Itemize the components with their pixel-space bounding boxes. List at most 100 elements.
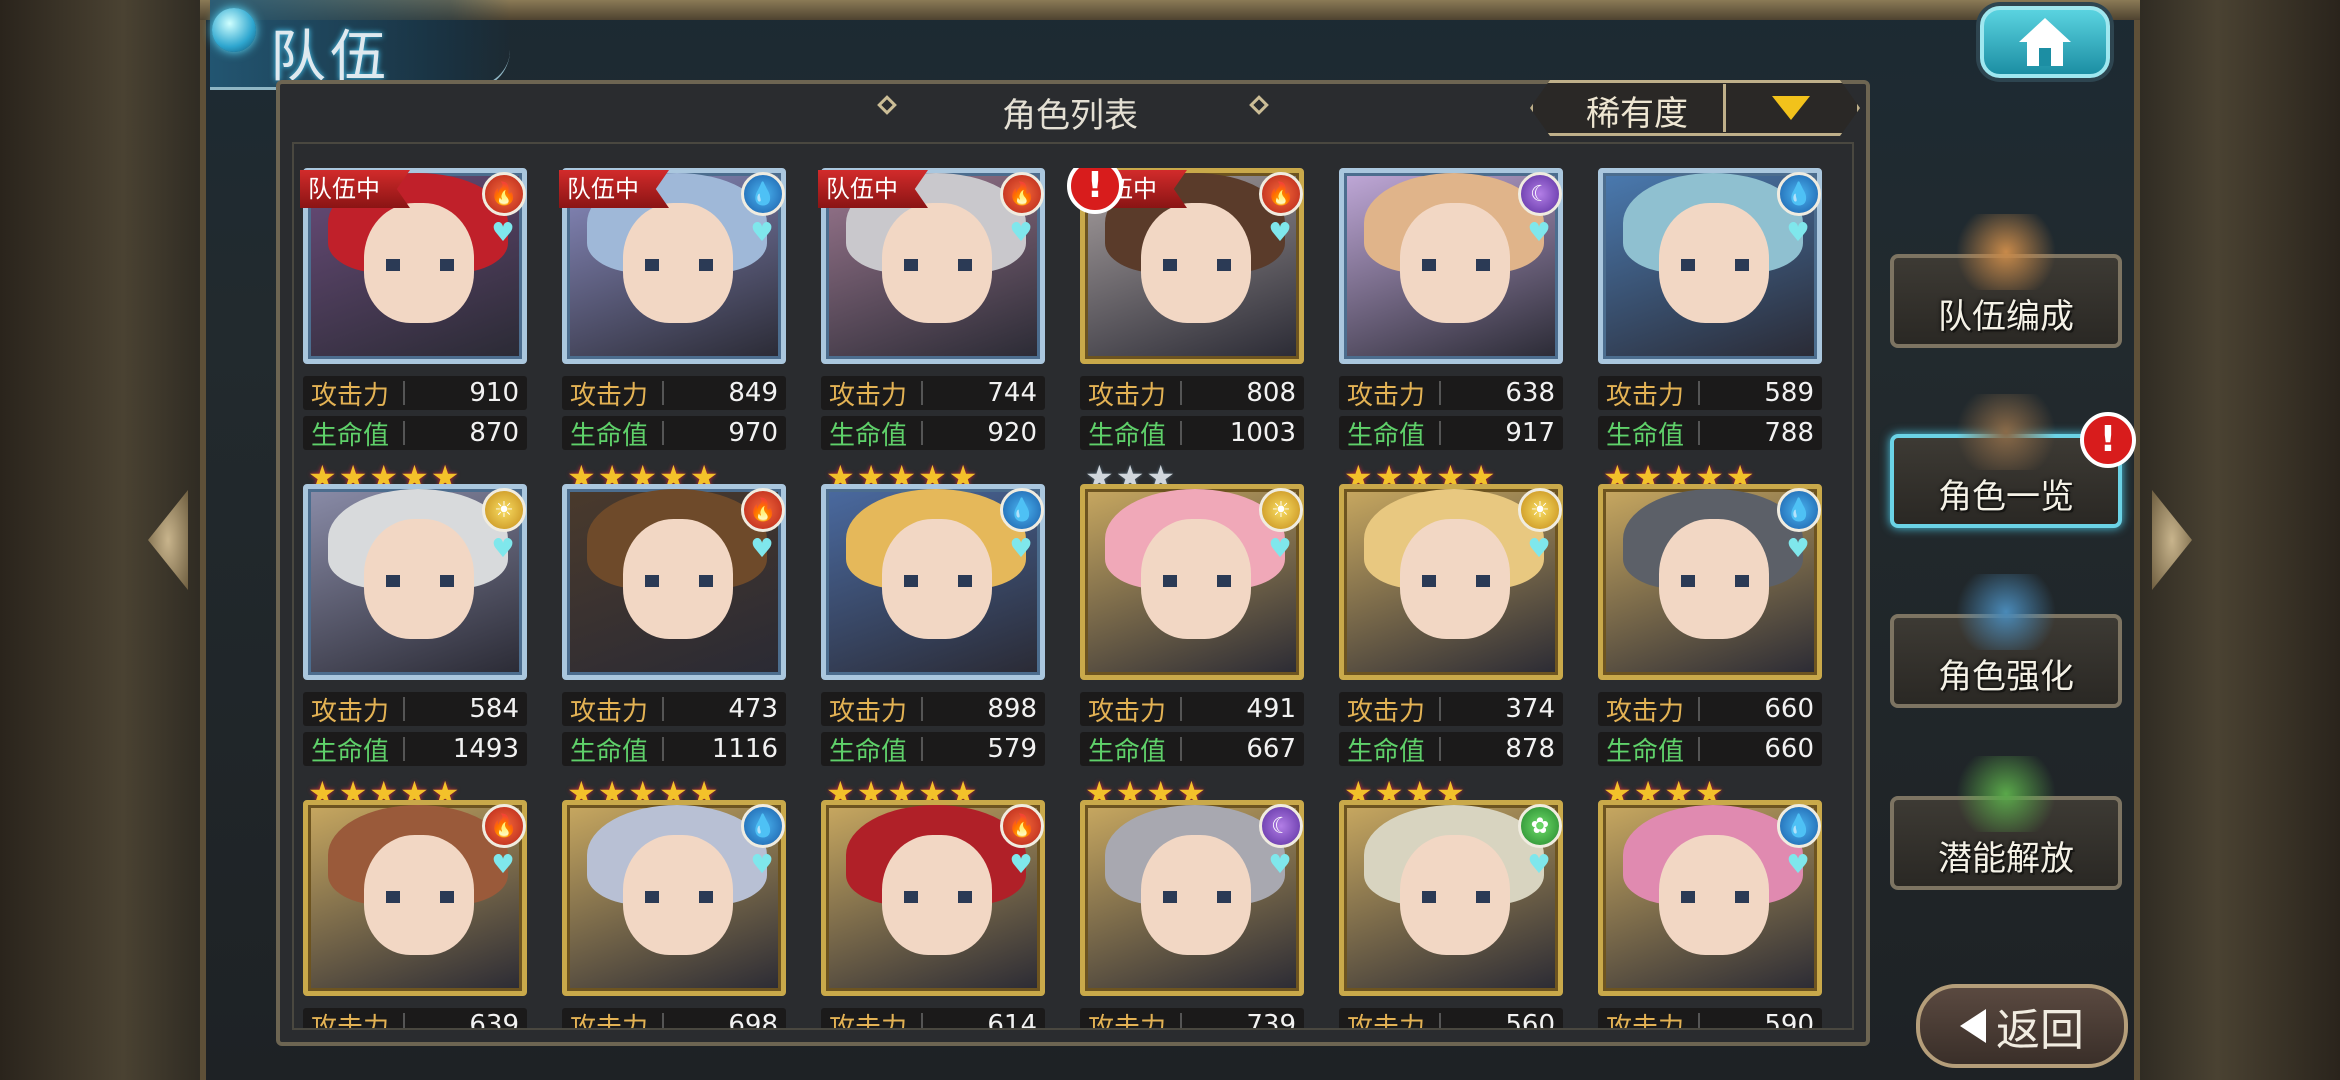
favorite-heart-icon[interactable]: ♥ [488,536,518,562]
attack-value: 849 [728,378,778,408]
attack-label: 攻击力 [311,1012,390,1029]
attack-value: 660 [1764,694,1814,724]
sort-label[interactable]: 稀有度 [1545,86,1729,135]
character-card[interactable]: ☾ ♥ ★ ★ ★ ★ ★ 攻击力 638 生命值 917 [1336,168,1566,498]
attack-label: 攻击力 [1088,1012,1167,1029]
character-eyes [904,575,972,587]
favorite-heart-icon[interactable]: ♥ [1783,220,1813,246]
home-button[interactable] [1980,6,2110,78]
character-card[interactable]: 💧 ♥ ★ ★ ★ ★ ★ 攻击力 898 生命值 579 [818,484,1048,814]
favorite-heart-icon[interactable]: ♥ [1006,536,1036,562]
favorite-heart-icon[interactable]: ♥ [1006,220,1036,246]
character-card[interactable]: 🔥 ♥ ★ ★ ★ ★ ★ 攻击力 473 生命值 1116 [559,484,789,814]
wind-element-icon: ✿ [1518,804,1562,848]
attack-value: 910 [469,378,519,408]
attack-label: 攻击力 [570,696,649,727]
crystal-orb-icon [212,8,256,52]
sort-divider [1723,84,1726,132]
character-card[interactable]: 🔥♥★★★★攻击力639 [300,800,530,1028]
hp-value: 1003 [1229,418,1296,448]
hp-value: 870 [469,418,519,448]
favorite-heart-icon[interactable]: ♥ [488,220,518,246]
character-card[interactable]: 💧 ♥ ★ ★ ★ ★ ★ 攻击力 589 生命值 788 [1595,168,1825,498]
side-menu-label: 角色一览 [1938,477,2074,517]
attack-value: 560 [1505,1010,1555,1028]
attack-stat: 攻击力 639 [303,1008,527,1028]
attack-stat: 攻击力 590 [1598,1008,1822,1028]
attack-value: 491 [1246,694,1296,724]
favorite-heart-icon[interactable]: ♥ [1783,536,1813,562]
attack-stat: 攻击力 698 [562,1008,786,1028]
character-card[interactable]: ☀ ♥ ★ ★ ★ ★ 攻击力 491 生命值 667 [1077,484,1307,814]
character-eyes [645,891,713,903]
side-menu-button[interactable]: 潜能解放 [1890,756,2122,890]
character-card[interactable]: 💧♥★★★★攻击力698 [559,800,789,1028]
side-menu-button[interactable]: 角色一览! [1890,394,2136,528]
character-card[interactable]: 💧 ♥ ★ ★ ★ ★ ★ 队伍中 攻击力 849 生命值 970 [559,168,789,498]
character-eyes [1422,575,1490,587]
attack-label: 攻击力 [829,696,908,727]
character-card[interactable]: 🔥 ♥ ★ ★ ★ ★ ★ 队伍中 攻击力 910 生命值 870 [300,168,530,498]
hp-stat: 生命值 1003 [1080,416,1304,451]
hp-stat: 生命值 970 [562,416,786,451]
hp-value: 920 [987,418,1037,448]
favorite-heart-icon[interactable]: ♥ [747,852,777,878]
favorite-heart-icon[interactable]: ♥ [1265,852,1295,878]
character-card[interactable]: ☀ ♥ ★ ★ ★ ★ 攻击力 374 生命值 878 [1336,484,1566,814]
hp-label: 生命值 [1606,420,1685,451]
attack-stat: 攻击力 560 [1339,1008,1563,1028]
character-eyes [1681,575,1749,587]
home-icon [2019,18,2071,66]
character-eyes [1163,259,1231,271]
attack-value: 808 [1246,378,1296,408]
favorite-heart-icon[interactable]: ♥ [1524,852,1554,878]
hp-stat: 生命值 1493 [303,732,527,767]
hp-label: 生命值 [1606,736,1685,767]
attack-stat: 攻击力 739 [1080,1008,1304,1028]
character-card[interactable]: ☾♥★★★★攻击力739 [1077,800,1307,1028]
dropdown-arrow-icon[interactable] [1772,96,1810,120]
side-menu-button[interactable]: 队伍编成 [1890,214,2122,348]
character-card[interactable]: 💧 ♥ ★ ★ ★ ★ 攻击力 660 生命值 660 [1595,484,1825,814]
hp-stat: 生命值 667 [1080,732,1304,767]
favorite-heart-icon[interactable]: ♥ [1524,220,1554,246]
attack-value: 638 [1505,378,1555,408]
character-card[interactable]: ✿♥★★★★攻击力560 [1336,800,1566,1028]
character-eyes [1681,259,1749,271]
favorite-heart-icon[interactable]: ♥ [747,220,777,246]
character-card[interactable]: 🔥 ♥ ★ ★ ★ ★ ★ 队伍中 攻击力 744 生命值 920 [818,168,1048,498]
favorite-heart-icon[interactable]: ♥ [1265,536,1295,562]
hp-stat: 生命值 917 [1339,416,1563,451]
character-card[interactable]: 🔥♥★★★★攻击力614 [818,800,1048,1028]
hp-value: 660 [1764,734,1814,764]
fire-element-icon: 🔥 [1000,172,1044,216]
favorite-heart-icon[interactable]: ♥ [747,536,777,562]
attack-label: 攻击力 [1088,696,1167,727]
character-eyes [1422,259,1490,271]
party-characters-icon [1946,214,2066,290]
character-card[interactable]: 💧♥★★★★攻击力590 [1595,800,1825,1028]
character-card[interactable]: ☀ ♥ ★ ★ ★ ★ ★ 攻击力 584 生命值 1493 [300,484,530,814]
hp-label: 生命值 [829,420,908,451]
character-eyes [904,891,972,903]
list-title: 角色列表 [1002,96,1138,136]
attack-stat: 攻击力 849 [562,376,786,411]
favorite-heart-icon[interactable]: ♥ [1524,536,1554,562]
character-eyes [645,575,713,587]
attack-stat: 攻击力 898 [821,692,1045,727]
favorite-heart-icon[interactable]: ♥ [1265,220,1295,246]
favorite-heart-icon[interactable]: ♥ [1783,852,1813,878]
favorite-heart-icon[interactable]: ♥ [1006,852,1036,878]
hp-label: 生命值 [1347,736,1426,767]
attack-label: 攻击力 [1347,696,1426,727]
hp-value: 667 [1246,734,1296,764]
fire-element-icon: 🔥 [1000,804,1044,848]
hp-value: 970 [728,418,778,448]
back-button[interactable]: 返回 [1916,984,2128,1068]
character-eyes [1422,891,1490,903]
character-card[interactable]: 🔥♥★★★队伍中!攻击力808生命值1003 [1067,168,1307,498]
dark-element-icon: ☾ [1259,804,1303,848]
side-menu-button[interactable]: 角色强化 [1890,574,2122,708]
favorite-heart-icon[interactable]: ♥ [488,852,518,878]
side-menu-label: 队伍编成 [1938,297,2074,337]
